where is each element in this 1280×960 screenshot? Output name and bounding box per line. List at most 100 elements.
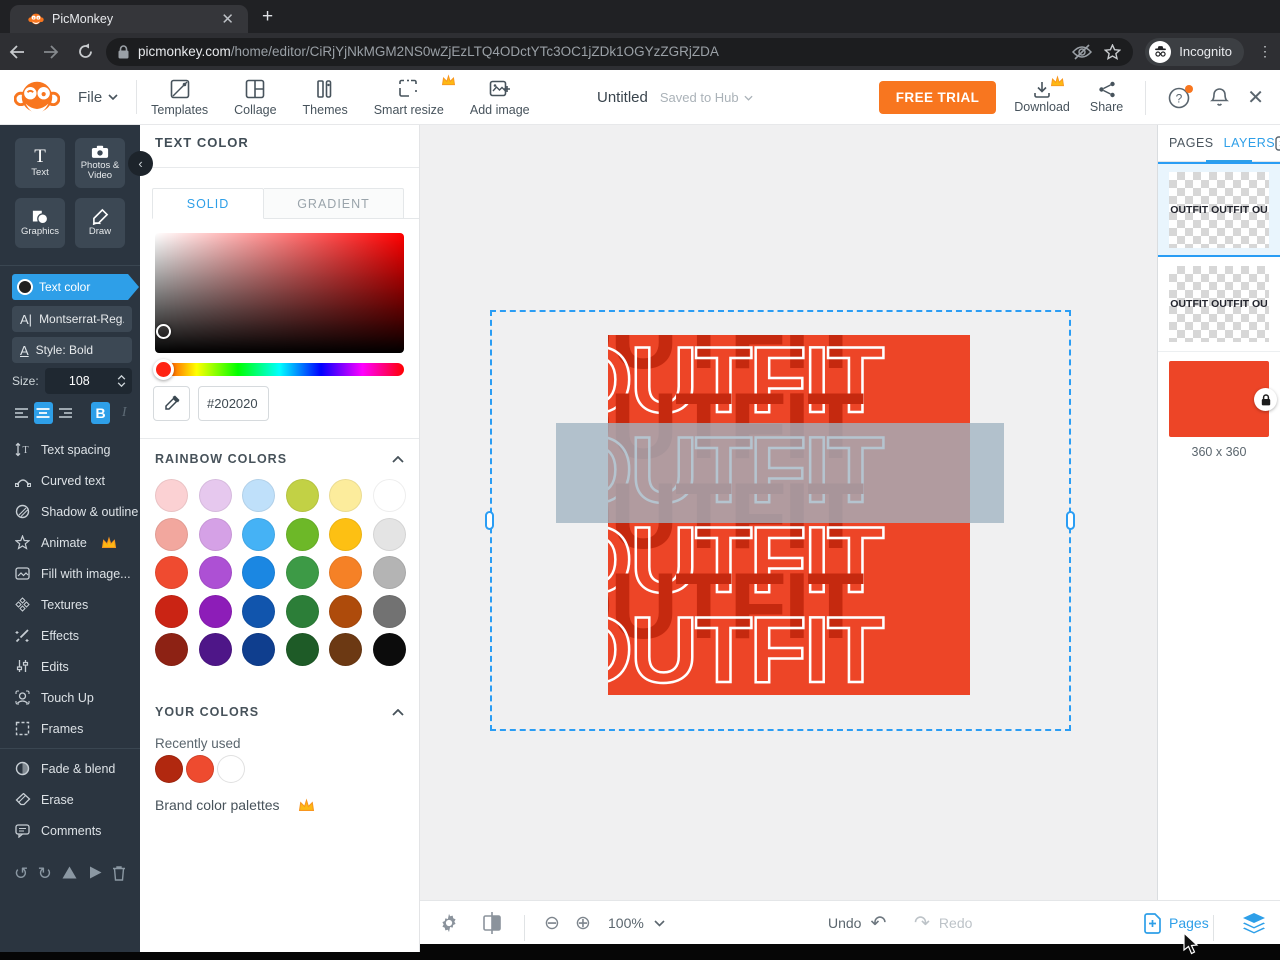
saturation-handle[interactable] xyxy=(156,324,171,339)
collage-button[interactable]: Collage xyxy=(234,78,277,117)
text-color-button[interactable]: Text color xyxy=(12,274,139,300)
color-swatch[interactable] xyxy=(242,556,275,589)
color-swatch[interactable] xyxy=(372,594,406,628)
menu-item-animate[interactable]: Animate xyxy=(0,527,140,558)
color-swatch[interactable] xyxy=(155,479,188,512)
document-title[interactable]: Untitled xyxy=(597,89,648,106)
color-swatch[interactable] xyxy=(242,517,275,551)
menu-item-erase[interactable]: Erase xyxy=(0,784,140,815)
photos-video-button[interactable]: Photos & Video xyxy=(75,138,125,188)
color-swatch[interactable] xyxy=(372,479,406,512)
color-swatch[interactable] xyxy=(285,479,319,512)
reload-icon[interactable] xyxy=(68,43,102,60)
hue-handle[interactable] xyxy=(153,359,174,380)
menu-item-touch-up[interactable]: Touch Up xyxy=(0,682,140,713)
color-swatch[interactable] xyxy=(329,517,362,551)
incognito-badge[interactable]: Incognito xyxy=(1145,37,1244,66)
color-swatch[interactable] xyxy=(329,633,362,666)
eyedropper-button[interactable] xyxy=(153,386,190,421)
flip-preview-button[interactable] xyxy=(482,901,502,945)
lock-badge[interactable] xyxy=(1254,388,1277,411)
notifications-button[interactable] xyxy=(1210,87,1230,108)
menu-item-shadow-outline[interactable]: Shadow & outline xyxy=(0,496,140,527)
redo-button[interactable]: ↷ Redo xyxy=(914,901,972,945)
color-swatch[interactable] xyxy=(242,479,275,512)
download-button[interactable]: Download xyxy=(1014,75,1070,114)
saturation-picker[interactable] xyxy=(155,233,404,353)
text-tool-button[interactable]: T Text xyxy=(15,138,65,188)
tab-gradient[interactable]: GRADIENT xyxy=(264,188,404,219)
undo-button[interactable]: Undo ↶ xyxy=(828,901,886,945)
resize-handle-left[interactable] xyxy=(485,511,494,530)
font-button[interactable]: A| Montserrat-Reg... xyxy=(12,306,132,332)
menu-item-frames[interactable]: Frames xyxy=(0,713,140,744)
graphics-button[interactable]: Graphics xyxy=(15,198,65,248)
align-left-button[interactable] xyxy=(12,402,32,424)
color-swatch[interactable] xyxy=(198,556,232,589)
layers-stack-button[interactable] xyxy=(1242,901,1266,945)
color-swatch[interactable] xyxy=(372,633,406,666)
align-center-button[interactable] xyxy=(33,402,54,424)
settings-gear-button[interactable] xyxy=(438,901,460,945)
color-swatch[interactable] xyxy=(242,594,275,628)
bold-button[interactable]: B xyxy=(90,402,111,424)
recent-color-swatch[interactable] xyxy=(186,755,214,783)
layer-item-text-2[interactable]: OUTFIT OUTFIT OU xyxy=(1158,257,1280,352)
layer-item-text-1[interactable]: OUTFIT OUTFIT OU xyxy=(1158,162,1280,257)
color-swatch[interactable] xyxy=(242,633,275,666)
trash-icon[interactable] xyxy=(112,865,126,882)
font-size-input[interactable]: 108 xyxy=(44,368,132,394)
recent-color-swatch[interactable] xyxy=(217,755,245,783)
tab-pages[interactable]: PAGES xyxy=(1169,136,1214,150)
smart-resize-button[interactable]: Smart resize xyxy=(374,73,455,117)
font-size-stepper[interactable] xyxy=(114,375,132,387)
menu-item-effects[interactable]: Effects xyxy=(0,620,140,651)
saved-status[interactable]: Saved to Hub xyxy=(660,90,753,105)
menu-item-fill-with-image[interactable]: Fill with image... xyxy=(0,558,140,589)
color-swatch[interactable] xyxy=(285,517,319,551)
eye-off-icon[interactable] xyxy=(1072,43,1093,60)
share-button[interactable]: Share xyxy=(1090,81,1123,114)
color-swatch[interactable] xyxy=(372,556,406,589)
draw-button[interactable]: Draw xyxy=(75,198,125,248)
color-swatch[interactable] xyxy=(372,517,406,551)
help-button[interactable]: ? xyxy=(1168,84,1194,109)
brand-palettes-row[interactable]: Brand color palettes xyxy=(155,797,315,813)
add-image-button[interactable]: Add image xyxy=(470,78,530,117)
close-editor-icon[interactable]: ✕ xyxy=(1247,85,1264,110)
color-swatch[interactable] xyxy=(198,517,232,551)
star-icon[interactable] xyxy=(1104,43,1122,60)
canvas[interactable]: OUTFIT OUTFIT OUTFIT OUTFIT OUTFIT OUTFI… xyxy=(420,125,1157,901)
templates-button[interactable]: Templates xyxy=(151,78,208,117)
color-swatch[interactable] xyxy=(198,594,232,628)
recent-color-swatch[interactable] xyxy=(155,755,183,783)
color-swatch[interactable] xyxy=(329,594,362,628)
layer-item-background[interactable]: 360 x 360 xyxy=(1158,352,1280,460)
close-layers-icon[interactable] xyxy=(1275,135,1280,151)
tab-layers[interactable]: LAYERS xyxy=(1224,136,1275,150)
url-bar[interactable]: picmonkey.com/home/editor/CiRjYjNkMGM2NS… xyxy=(106,37,1134,66)
selection-box[interactable] xyxy=(490,310,1071,731)
play-icon[interactable] xyxy=(88,865,103,882)
zoom-level[interactable]: 100% xyxy=(608,901,644,945)
back-icon[interactable] xyxy=(0,44,34,60)
new-tab-icon[interactable]: + xyxy=(262,6,273,28)
italic-button[interactable]: I xyxy=(114,402,134,424)
zoom-chevron-icon[interactable] xyxy=(654,901,665,945)
browser-tab[interactable]: PicMonkey ✕ xyxy=(10,5,248,33)
align-right-button[interactable] xyxy=(55,402,75,424)
rainbow-colors-header[interactable]: RAINBOW COLORS xyxy=(155,452,404,466)
color-swatch[interactable] xyxy=(285,633,319,666)
picmonkey-logo[interactable] xyxy=(14,77,60,117)
your-colors-header[interactable]: YOUR COLORS xyxy=(155,705,404,719)
color-swatch[interactable] xyxy=(155,556,188,589)
color-swatch[interactable] xyxy=(198,479,232,512)
resize-handle-right[interactable] xyxy=(1066,511,1075,530)
free-trial-button[interactable]: FREE TRIAL xyxy=(878,81,997,114)
flip-triangle-icon[interactable] xyxy=(61,865,78,882)
menu-kebab-icon[interactable]: ⋮ xyxy=(1250,43,1280,60)
menu-item-edits[interactable]: Edits xyxy=(0,651,140,682)
menu-item-text-spacing[interactable]: T Text spacing xyxy=(0,434,140,465)
menu-item-comments[interactable]: Comments xyxy=(0,815,140,846)
forward-icon[interactable] xyxy=(34,44,68,60)
